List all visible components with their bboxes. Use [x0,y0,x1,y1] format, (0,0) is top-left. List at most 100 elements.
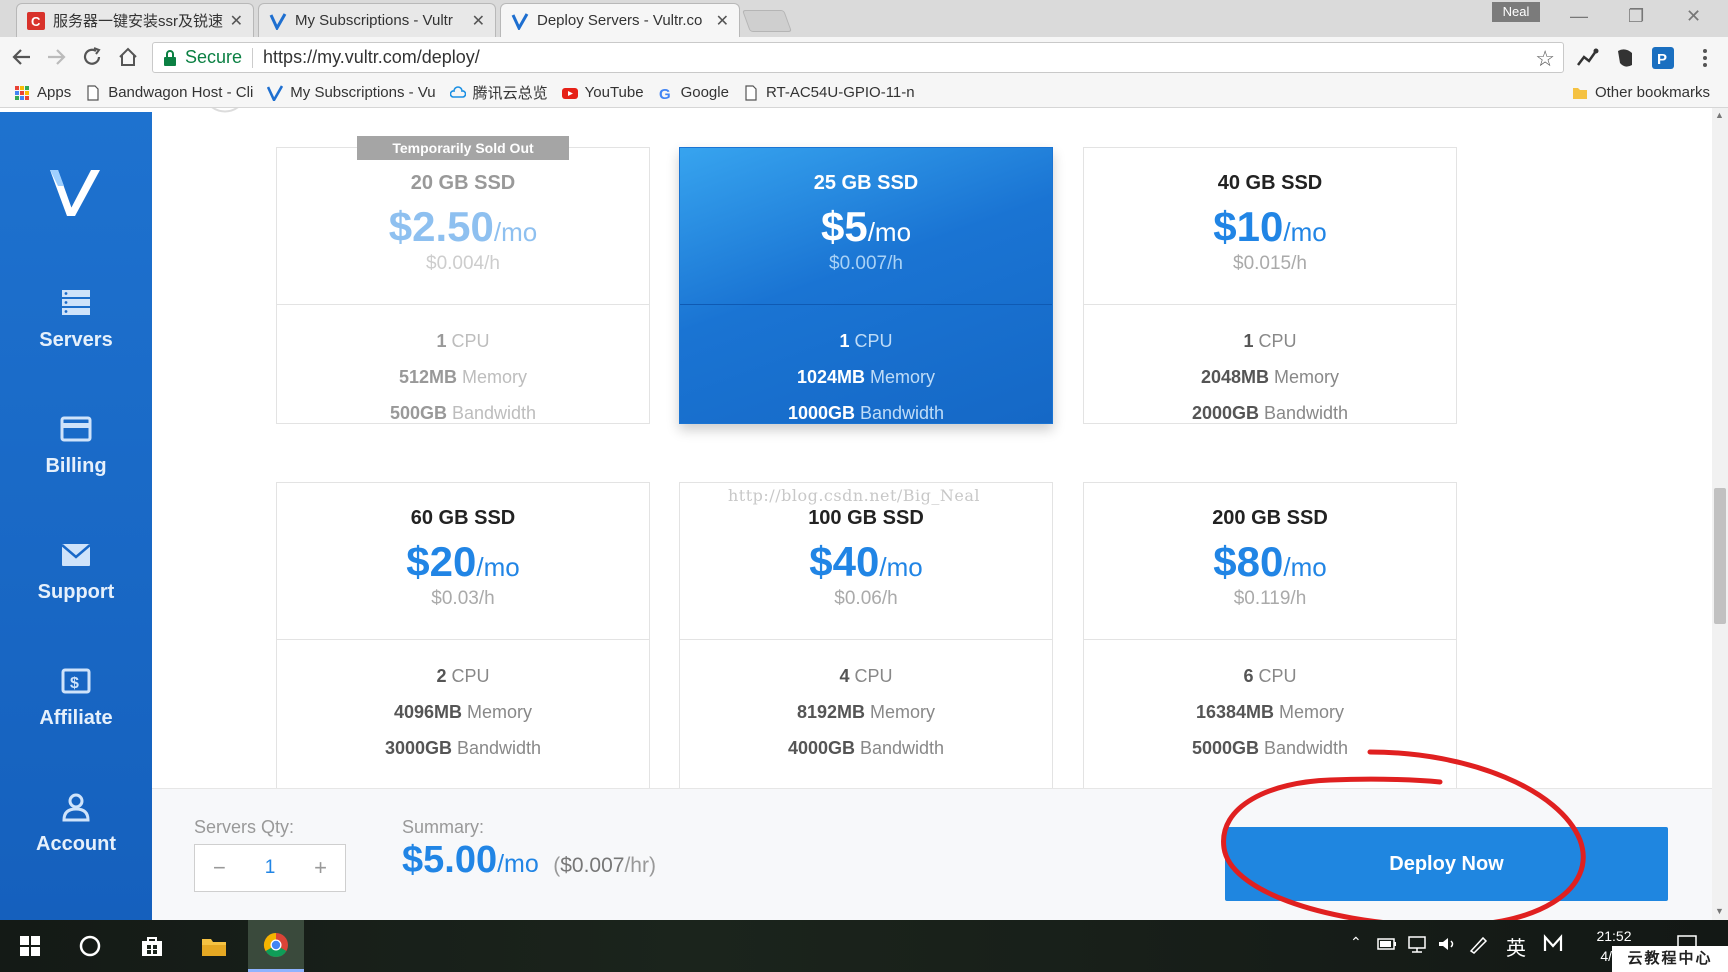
start-icon[interactable] [2,920,58,972]
url-text[interactable]: https://my.vultr.com/deploy/ [263,47,480,68]
forward-icon[interactable] [42,43,70,71]
bookmark-label: RT-AC54U-GPIO-11-n [765,84,915,101]
minimize-icon[interactable]: — [1570,6,1588,27]
sidebar-item-account[interactable]: Account [0,792,152,856]
bookmark-star-icon[interactable]: ☆ [1535,46,1555,72]
summary-hourly-unit: /hr) [624,854,656,877]
scrollbar-thumb[interactable] [1714,488,1726,624]
bookmark-google[interactable]: G Google [658,84,729,101]
scroll-up-icon[interactable]: ▲ [1715,110,1724,120]
extension-network-icon[interactable] [1574,45,1600,71]
pen-icon[interactable] [1468,934,1490,960]
ime-indicator[interactable]: 英 [1506,932,1526,961]
file-explorer-icon[interactable] [186,920,242,972]
spec-cpu: 4 CPU [680,666,1052,702]
plan-card-header: 40 GB SSD $10/mo $0.015/h [1084,148,1456,305]
back-icon[interactable] [8,43,36,71]
bookmark-other[interactable]: Other bookmarks [1572,84,1710,101]
plan-price: $2.50/mo [277,203,649,251]
bookmark-tencent-cloud[interactable]: 腾讯云总览 [449,82,548,103]
plan-hourly: $0.015/h [1233,253,1307,274]
plan-card-100gb[interactable]: 100 GB SSD $40/mo $0.06/h 4 CPU 8192MB M… [679,482,1053,792]
summary-hourly-value: $0.007 [560,854,625,877]
extension-translate-icon[interactable]: P [1650,45,1676,71]
csdn-watermark: http://blog.csdn.net/Big_Neal [728,486,981,505]
summary-label: Summary: [402,817,485,837]
deploy-footer: Servers Qty: − 1 + Summary: $5.00/mo ($0… [152,788,1712,920]
spec-value: 8192MB [796,702,865,722]
vultr-favicon-icon [511,12,529,30]
qty-decrement-button[interactable]: − [213,855,226,881]
spec-value: 5000GB [1191,738,1259,758]
bookmark-apps[interactable]: Apps [14,84,71,101]
spec-value: 1000GB [787,403,855,423]
plan-card-25gb[interactable]: 25 GB SSD $5/mo $0.007/h 1 CPU 1024MB Me… [679,147,1053,424]
tab-my-subscriptions[interactable]: My Subscriptions - Vultr ✕ [258,3,496,37]
cortana-icon[interactable] [62,920,118,972]
tab-close-icon[interactable]: ✕ [472,11,485,31]
quantity-stepper[interactable]: − 1 + [194,844,346,892]
sidebar: Servers Billing Support $ Affiliate Acco… [0,112,152,920]
plan-card-40gb[interactable]: 40 GB SSD $10/mo $0.015/h 1 CPU 2048MB M… [1083,147,1457,424]
plan-card-20gb[interactable]: Temporarily Sold Out 20 GB SSD $2.50/mo … [276,136,650,424]
tab-deploy-servers[interactable]: Deploy Servers - Vultr.co ✕ [500,3,740,37]
spec-value: 512MB [398,367,457,387]
dollar-icon: $ [61,668,91,694]
plan-card-60gb[interactable]: 60 GB SSD $20/mo $0.03/h 2 CPU 4096MB Me… [276,482,650,792]
battery-icon[interactable] [1376,934,1398,960]
restore-icon[interactable]: ❐ [1628,6,1644,27]
plan-card-200gb[interactable]: 200 GB SSD $80/mo $0.119/h 6 CPU 16384MB… [1083,482,1457,792]
ime-mode-icon[interactable] [1542,934,1564,960]
plan-specs: 1 CPU 512MB Memory 500GB Bandwidth [277,305,649,439]
home-icon[interactable] [114,43,142,71]
browser-menu-icon[interactable] [1692,45,1718,71]
volume-icon[interactable] [1436,934,1458,960]
bookmark-label: My Subscriptions - Vu [290,84,436,101]
network-icon[interactable] [1406,934,1428,960]
user-icon [62,793,90,822]
divider [252,47,254,68]
store-icon[interactable] [124,920,180,972]
plan-card-header: 25 GB SSD $5/mo $0.007/h [680,148,1052,305]
vultr-logo[interactable] [46,164,104,222]
price-value: $20 [406,538,477,585]
bookmark-my-subscriptions[interactable]: My Subscriptions - Vu [267,84,436,101]
sidebar-item-affiliate[interactable]: $ Affiliate [0,666,152,730]
scroll-down-icon[interactable]: ▼ [1715,906,1724,916]
reload-icon[interactable] [78,43,106,71]
sidebar-item-servers[interactable]: Servers [0,288,152,352]
qty-increment-button[interactable]: + [314,855,327,881]
tab-title: Deploy Servers - Vultr.co [537,12,703,29]
plan-hourly: $0.004/h [426,253,500,274]
tray-chevron-icon[interactable]: ⌃ [1350,934,1362,951]
tab-close-icon[interactable]: ✕ [716,11,729,31]
spec-value: 3000GB [384,738,452,758]
page-scrollbar[interactable]: ▲ ▼ [1712,108,1728,920]
spec-memory: 4096MB Memory [277,702,649,738]
address-bar[interactable]: Secure https://my.vultr.com/deploy/ ☆ [152,42,1564,73]
new-tab-button[interactable] [741,10,793,32]
bookmark-label: YouTube [584,84,644,101]
svg-text:$: $ [70,675,79,692]
sidebar-item-support[interactable]: Support [0,540,152,604]
tab-close-icon[interactable]: ✕ [230,11,243,31]
plan-hourly: $0.007/h [829,253,903,274]
extension-evernote-icon[interactable] [1612,45,1638,71]
qty-value[interactable]: 1 [265,857,276,879]
chrome-taskbar-icon[interactable] [248,920,304,972]
tab-ssr-guide[interactable]: C 服务器一键安装ssr及锐速 ✕ [16,3,254,37]
bookmark-bandwagon[interactable]: Bandwagon Host - Cli [85,84,253,101]
step-circle-icon [211,108,239,113]
deploy-now-button[interactable]: Deploy Now [1225,827,1668,901]
price-value: $5 [820,203,868,250]
spec-value: 1 [1243,331,1254,351]
bookmark-label: 腾讯云总览 [472,85,548,102]
sidebar-item-billing[interactable]: Billing [0,414,152,478]
spec-unit: CPU [854,666,893,686]
close-window-icon[interactable]: ✕ [1686,6,1701,27]
profile-badge[interactable]: Neal [1492,2,1540,22]
spec-cpu: 6 CPU [1084,666,1456,702]
bookmark-youtube[interactable]: YouTube [561,84,644,101]
cloud-icon [449,85,466,98]
bookmark-rt-ac54u[interactable]: RT-AC54U-GPIO-11-n [743,84,915,101]
